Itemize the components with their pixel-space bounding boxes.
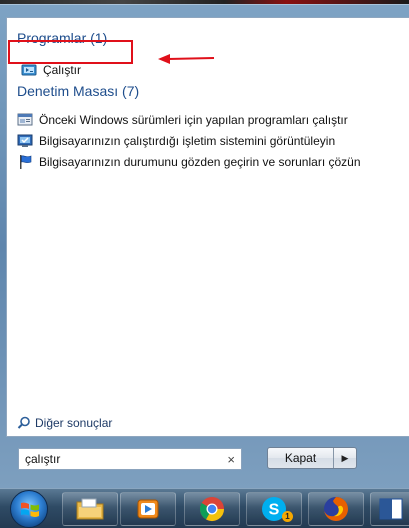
taskbar-firefox-button[interactable]	[308, 492, 364, 526]
more-results-label: Diğer sonuçlar	[35, 416, 113, 430]
taskbar-chrome-button[interactable]	[184, 492, 240, 526]
folder-icon	[76, 498, 104, 520]
result-item-compatibility[interactable]: Önceki Windows sürümleri için yapılan pr…	[17, 110, 348, 130]
search-input-value: çalıştır	[25, 452, 61, 466]
search-input[interactable]: çalıştır ×	[18, 448, 242, 470]
start-button[interactable]	[10, 490, 48, 528]
chrome-icon	[199, 497, 224, 522]
action-center-flag-icon	[20, 155, 32, 169]
start-menu: Programlar (1) Çalıştır Denetim Masası (…	[0, 4, 409, 488]
control-panel-section-header[interactable]: Denetim Masası (7)	[17, 83, 139, 99]
svg-text:S: S	[269, 502, 280, 519]
compatibility-icon	[17, 113, 33, 126]
shutdown-options-chevron-icon[interactable]: ▶	[334, 448, 356, 468]
taskbar: S 1	[0, 488, 409, 528]
taskbar-explorer-button[interactable]	[62, 492, 118, 526]
search-icon	[17, 416, 30, 429]
windows-logo-icon	[21, 502, 39, 517]
taskbar-media-player-button[interactable]	[120, 492, 176, 526]
firefox-icon	[324, 497, 348, 521]
shutdown-button[interactable]: Kapat	[268, 448, 334, 468]
result-item-label: Bilgisayarınızın çalıştırdığı işletim si…	[39, 134, 336, 148]
shutdown-split-button: Kapat ▶	[267, 447, 357, 469]
word-icon	[379, 498, 403, 520]
result-item-action-center[interactable]: Bilgisayarınızın durumunu gözden geçirin…	[17, 152, 361, 172]
annotation-highlight-box	[8, 40, 133, 64]
run-icon	[21, 64, 37, 76]
taskbar-skype-button[interactable]: S 1	[246, 492, 302, 526]
clear-search-icon[interactable]: ×	[227, 452, 235, 467]
result-item-label: Çalıştır	[43, 63, 82, 77]
annotation-arrow-icon	[158, 54, 215, 64]
system-info-icon	[17, 134, 33, 147]
result-item-label: Bilgisayarınızın durumunu gözden geçirin…	[39, 155, 361, 169]
taskbar-word-button[interactable]	[370, 492, 409, 526]
start-menu-results-pane: Programlar (1) Çalıştır Denetim Masası (…	[6, 17, 409, 437]
skype-notification-badge: 1	[282, 511, 293, 522]
media-player-icon	[137, 499, 159, 519]
result-item-system-info[interactable]: Bilgisayarınızın çalıştırdığı işletim si…	[17, 131, 335, 151]
more-results-link[interactable]: Diğer sonuçlar	[17, 416, 112, 430]
result-item-label: Önceki Windows sürümleri için yapılan pr…	[39, 113, 348, 127]
